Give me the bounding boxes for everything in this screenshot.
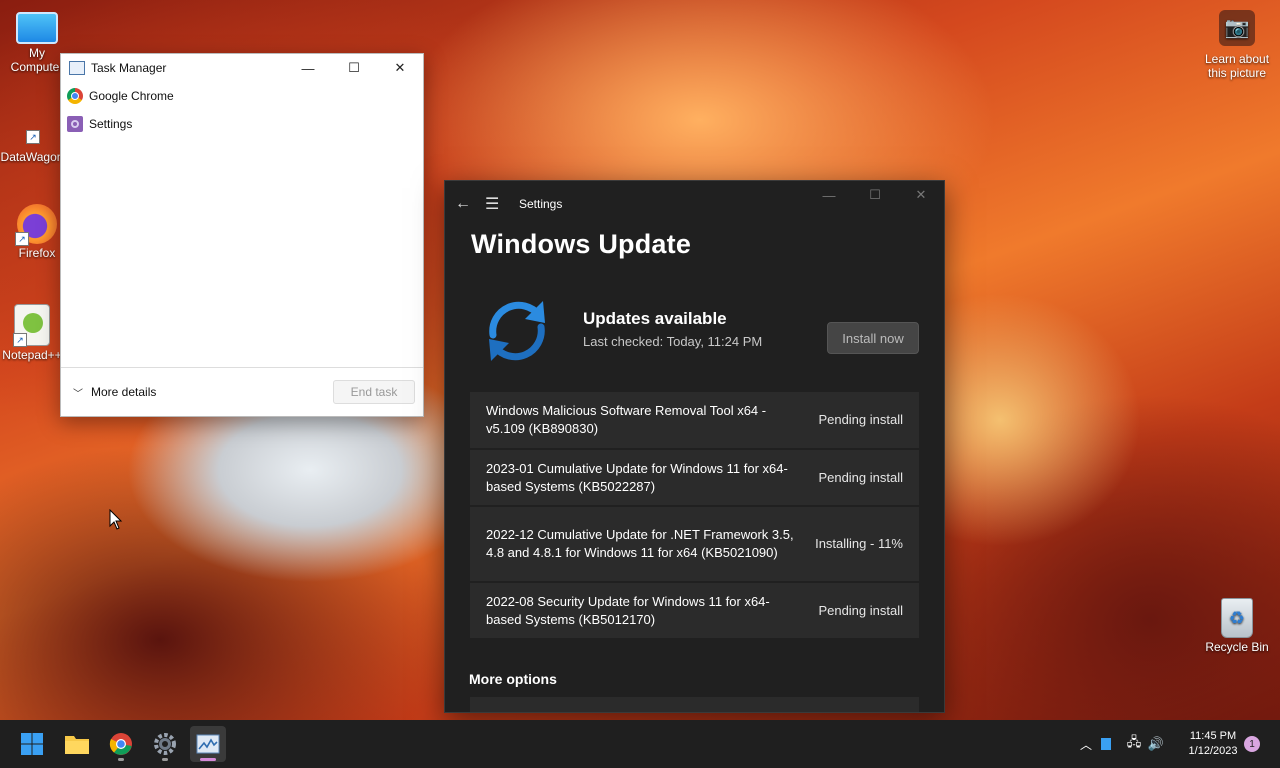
update-item: Windows Malicious Software Removal Tool … <box>470 392 919 450</box>
datawagon-icon: ↗ <box>12 108 52 148</box>
update-status: Installing - 11% <box>815 536 903 551</box>
update-list: Windows Malicious Software Removal Tool … <box>470 392 919 640</box>
running-indicator <box>118 758 124 761</box>
install-now-button[interactable]: Install now <box>827 322 919 354</box>
update-item: 2023-01 Cumulative Update for Windows 11… <box>470 450 919 507</box>
desktop-icon-recycle-bin[interactable]: ♻ Recycle Bin <box>1201 598 1273 654</box>
tray-app-icon[interactable] <box>1101 738 1111 750</box>
more-options-item[interactable] <box>470 697 919 712</box>
desktop-icon-label: DataWagon <box>0 150 64 164</box>
learn-about-picture-label: Learn about this picture <box>1204 52 1270 80</box>
mouse-cursor-icon <box>109 509 123 530</box>
minimize-button[interactable]: — <box>806 181 852 210</box>
camera-icon: 📷 <box>1219 10 1255 46</box>
task-manager-titlebar[interactable]: Task Manager — ☐ ✕ <box>61 54 423 82</box>
chevron-up-icon[interactable]: ︿ <box>1077 736 1095 753</box>
desktop-icon-label: Recycle Bin <box>1205 640 1269 654</box>
volume-icon[interactable]: 🔊 <box>1145 736 1167 752</box>
desktop-icon-notepadpp[interactable]: ↗ Notepad++ <box>0 304 68 362</box>
shortcut-arrow-icon: ↗ <box>26 130 40 144</box>
close-button[interactable]: ✕ <box>898 181 944 210</box>
windows-logo-icon <box>21 733 43 755</box>
chrome-icon <box>67 88 83 104</box>
taskbar-task-manager[interactable] <box>190 726 226 762</box>
update-status: Pending install <box>818 469 903 485</box>
more-details-link[interactable]: More details <box>91 385 333 399</box>
update-name: Windows Malicious Software Removal Tool … <box>486 403 767 436</box>
monitor-icon <box>16 12 58 44</box>
task-manager-icon <box>69 61 85 75</box>
status-title: Updates available <box>583 309 727 328</box>
update-status: Pending install <box>818 602 903 618</box>
close-button[interactable]: ✕ <box>377 54 423 82</box>
app-row-chrome[interactable]: Google Chrome <box>61 82 423 110</box>
shortcut-arrow-icon: ↗ <box>13 333 27 347</box>
start-button[interactable] <box>14 726 50 762</box>
settings-app-icon <box>67 116 83 132</box>
taskbar-settings[interactable] <box>147 726 183 762</box>
task-manager-icon <box>196 734 220 754</box>
update-name: 2022-12 Cumulative Update for .NET Frame… <box>486 527 794 560</box>
settings-titlebar[interactable]: ← ☰ Settings — ☐ ✕ <box>445 181 944 227</box>
chrome-icon <box>109 733 132 755</box>
notepadpp-icon: ↗ <box>13 304 50 347</box>
maximize-button[interactable]: ☐ <box>331 54 377 82</box>
running-indicator <box>162 758 168 761</box>
page-title: Windows Update <box>471 229 692 259</box>
hamburger-menu-icon[interactable]: ☰ <box>485 194 519 214</box>
clock-time: 11:45 PM <box>1189 730 1237 742</box>
learn-about-picture[interactable]: 📷 Learn about this picture <box>1198 10 1276 80</box>
taskbar-clock[interactable]: 11:45 PM 1/12/2023 <box>1180 729 1246 759</box>
taskbar-chrome[interactable] <box>103 726 139 762</box>
settings-window: ← ☰ Settings — ☐ ✕ Windows Update Update… <box>444 180 945 713</box>
app-row-settings[interactable]: Settings <box>61 110 423 138</box>
active-indicator <box>200 758 216 761</box>
system-tray: ︿ 🖧 🔊 <box>1077 720 1167 768</box>
app-name: Google Chrome <box>89 89 174 103</box>
notification-badge[interactable]: 1 <box>1244 736 1260 752</box>
taskbar-file-explorer[interactable] <box>59 726 95 762</box>
update-status-panel: Updates available Last checked: Today, 1… <box>471 289 919 369</box>
clock-date: 1/12/2023 <box>1188 745 1238 757</box>
taskbar: ︿ 🖧 🔊 11:45 PM 1/12/2023 1 <box>0 720 1280 768</box>
network-icon[interactable]: 🖧 <box>1123 733 1145 755</box>
task-manager-window: Task Manager — ☐ ✕ Google Chrome Setting… <box>60 53 424 417</box>
window-title: Settings <box>519 197 563 211</box>
maximize-button[interactable]: ☐ <box>852 181 898 210</box>
back-arrow-icon[interactable]: ← <box>455 195 485 213</box>
update-item: 2022-08 Security Update for Windows 11 f… <box>470 583 919 640</box>
gear-icon <box>154 733 176 755</box>
desktop-icon-label: Notepad++ <box>2 348 62 362</box>
end-task-button[interactable]: End task <box>333 380 415 404</box>
firefox-icon: ↗ <box>15 204 57 246</box>
task-manager-footer: ﹀ More details End task <box>61 367 423 416</box>
more-options-heading: More options <box>469 671 557 687</box>
sync-icon <box>489 301 545 361</box>
recycle-bin-icon: ♻ <box>1221 598 1253 638</box>
update-item: 2022-12 Cumulative Update for .NET Frame… <box>470 507 919 583</box>
minimize-button[interactable]: — <box>285 54 331 82</box>
update-status: Pending install <box>818 412 903 427</box>
last-checked-text: Last checked: Today, 11:24 PM <box>583 334 763 349</box>
app-name: Settings <box>89 117 133 131</box>
update-name: 2023-01 Cumulative Update for Windows 11… <box>486 460 788 494</box>
update-name: 2022-08 Security Update for Windows 11 f… <box>486 593 770 627</box>
window-title: Task Manager <box>91 61 167 75</box>
folder-icon <box>65 736 89 754</box>
desktop-icon-datawagon[interactable]: ↗ DataWagon <box>0 108 68 164</box>
shortcut-arrow-icon: ↗ <box>15 232 29 246</box>
chevron-down-icon[interactable]: ﹀ <box>73 385 83 400</box>
